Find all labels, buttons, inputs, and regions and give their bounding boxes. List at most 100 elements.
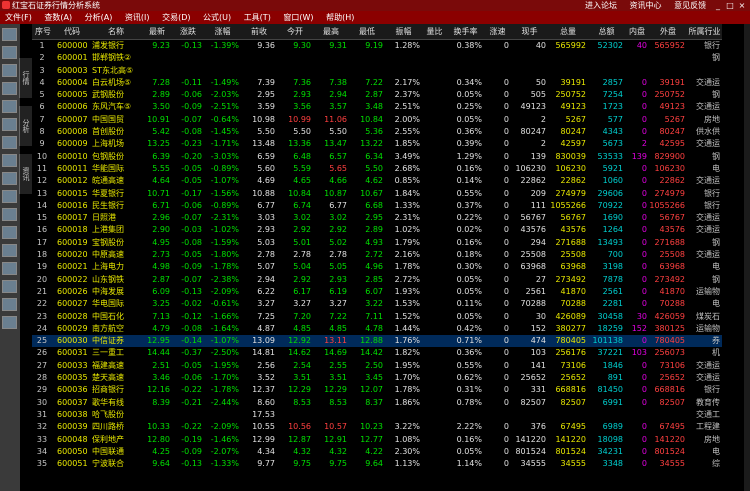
report-icon[interactable] — [2, 118, 17, 131]
maximize-icon[interactable]: □ — [724, 0, 736, 11]
chart-icon[interactable] — [2, 64, 17, 77]
table-row[interactable]: 9 600009 上海机场 13.25 -0.23 -1.71% 13.48 13.36 13.… — [32, 138, 722, 150]
vertical-scrollbar[interactable] — [744, 24, 750, 491]
column-header[interactable]: 最低 — [349, 24, 385, 40]
table-row[interactable]: 2 600001 邯郸钢铁② 钢 — [32, 52, 722, 64]
news-icon[interactable] — [2, 100, 17, 113]
table-row[interactable]: 15 600017 日照港 2.96 -0.07 -2.31% 3.03 3.02 3.02 2.… — [32, 212, 722, 224]
table-row[interactable]: 20 600022 山东钢铁 2.87 -0.07 -2.38% 2.94 2.92 2.93 2… — [32, 274, 722, 286]
table-row[interactable]: 18 600020 中原高速 2.73 -0.05 -1.80% 2.78 2.78 2.78 2… — [32, 249, 722, 261]
table-row[interactable]: 19 600021 上海电力 4.98 -0.09 -1.78% 5.07 5.04 5.05 4… — [32, 261, 722, 273]
table-cell — [142, 409, 172, 421]
column-header[interactable]: 涨跌 — [172, 24, 204, 40]
side-tab-analysis[interactable]: 分析 — [19, 106, 32, 146]
table-row[interactable]: 25 600030 中信证券 12.95 -0.14 -1.07% 13.09 12.92 13… — [32, 335, 722, 348]
table-row[interactable]: 32 600039 四川路桥 10.33 -0.22 -2.09% 10.55 10.56 10… — [32, 421, 722, 433]
table-row[interactable]: 31 600038 哈飞股份 17.53 交通工 — [32, 409, 722, 421]
column-header[interactable]: 涨幅 — [204, 24, 241, 40]
table-row[interactable]: 34 600050 中国联通 4.25 -0.09 -2.07% 4.34 4.32 4.32 4… — [32, 446, 722, 458]
settings-icon[interactable] — [2, 298, 17, 311]
table-row[interactable]: 35 600051 宁波联合 9.64 -0.13 -1.33% 9.77 9.75 9.75 9… — [32, 458, 722, 470]
column-header[interactable]: 序号 — [32, 24, 54, 40]
column-header[interactable]: 内盘 — [625, 24, 649, 40]
menu-file[interactable]: 文件(F) — [5, 11, 32, 24]
news-center-link[interactable]: 资讯中心 — [630, 1, 662, 10]
menu-trade[interactable]: 交易(D) — [162, 11, 190, 24]
column-header[interactable]: 量比 — [422, 24, 447, 40]
side-tab-quote[interactable]: 行情 — [19, 58, 32, 98]
table-row[interactable]: 13 600015 华夏银行 10.71 -0.17 -1.56% 10.88 10.84 10… — [32, 188, 722, 200]
table-row[interactable]: 26 600031 三一重工 14.44 -0.37 -2.50% 14.81 14.62 14… — [32, 347, 722, 359]
alert-icon[interactable] — [2, 280, 17, 293]
menu-quote[interactable]: 查数(A) — [44, 11, 72, 24]
table-row[interactable]: 17 600019 宝钢股份 4.95 -0.08 -1.59% 5.03 5.01 5.02 4… — [32, 237, 722, 249]
menu-tools[interactable]: 工具(T) — [244, 11, 271, 24]
menu-analysis[interactable]: 分析(A) — [85, 11, 113, 24]
calendar-icon[interactable] — [2, 136, 17, 149]
column-header[interactable]: 总额 — [588, 24, 625, 40]
table-cell: 4.85 — [293, 323, 311, 333]
column-header[interactable]: 外盘 — [649, 24, 687, 40]
table-row[interactable]: 16 600018 上港集团 2.90 -0.03 -1.02% 2.93 2.92 2.92 2… — [32, 224, 722, 236]
column-header[interactable]: 最高 — [313, 24, 349, 40]
trade-icon[interactable] — [2, 172, 17, 185]
table-row[interactable]: 22 600027 华电国际 3.25 -0.02 -0.61% 3.27 3.27 3.27 3… — [32, 298, 722, 310]
side-tab-info[interactable]: 资讯 — [19, 154, 32, 194]
menu-info[interactable]: 资讯(I) — [125, 11, 150, 24]
bar-chart-icon[interactable] — [2, 244, 17, 257]
table-row[interactable]: 12 600012 皖通高速 4.64 -0.05 -1.07% 4.69 4.65 4.66 4… — [32, 175, 722, 187]
close-icon[interactable]: × — [736, 0, 748, 11]
column-header[interactable]: 现手 — [511, 24, 548, 40]
minimize-icon[interactable]: _ — [712, 0, 724, 11]
table-row[interactable]: 29 600036 招商银行 12.16 -0.22 -1.78% 12.37 12.29 12… — [32, 384, 722, 396]
column-header[interactable]: 振幅 — [385, 24, 422, 40]
quote-table[interactable]: 序号 代码 名称 最新 涨跌 涨幅 前收 今开 最高 最低 振幅 量比 换手率 涨速 现手 总量 总额 内盘 外盘所… — [32, 24, 722, 470]
column-header[interactable]: 代码 — [54, 24, 90, 40]
kline-icon[interactable] — [2, 46, 17, 59]
table-row[interactable]: 1 600000 浦发银行 9.23 -0.13 -1.39% 9.36 9.30 9.31 9.… — [32, 40, 722, 53]
column-header[interactable]: 最新 — [142, 24, 172, 40]
menu-help[interactable]: 帮助(H) — [326, 11, 354, 24]
table-row[interactable]: 5 600005 武钢股份 2.89 -0.06 -2.03% 2.95 2.93 2.94 2.… — [32, 89, 722, 101]
market-icon[interactable] — [2, 28, 17, 41]
table-row[interactable]: 33 600048 保利地产 12.80 -0.19 -1.46% 12.99 12.87 12… — [32, 434, 722, 446]
column-header[interactable]: 前收 — [241, 24, 277, 40]
table-row[interactable]: 23 600028 中国石化 7.13 -0.12 -1.66% 7.25 7.20 7.22 7… — [32, 311, 722, 323]
list-icon[interactable] — [2, 82, 17, 95]
table-row[interactable]: 8 600008 首创股份 5.42 -0.08 -1.45% 5.50 5.50 5.50 5.… — [32, 126, 722, 138]
table-row[interactable]: 10 600010 包钢股份 6.39 -0.20 -3.03% 6.59 6.48 6.57 6… — [32, 151, 722, 163]
table-row[interactable]: 27 600033 福建高速 2.51 -0.05 -1.95% 2.56 2.54 2.55 2… — [32, 360, 722, 372]
forum-link[interactable]: 进入论坛 — [585, 1, 617, 10]
info-icon[interactable] — [2, 316, 17, 329]
table-row[interactable]: 30 600037 歌华有线 8.39 -0.21 -2.44% 8.60 8.53 8.53 8… — [32, 397, 722, 409]
search-icon[interactable] — [2, 190, 17, 203]
table-row[interactable]: 14 600016 民生银行 6.71 -0.06 -0.89% 6.77 6.74 6.77 6… — [32, 200, 722, 212]
table-cell — [422, 446, 447, 458]
column-header[interactable]: 今开 — [277, 24, 313, 40]
pin-icon[interactable] — [2, 208, 17, 221]
column-header[interactable]: 所属行业 — [687, 24, 722, 40]
table-cell: 供水供 — [696, 127, 720, 137]
menu-window[interactable]: 窗口(W) — [283, 11, 313, 24]
table-row[interactable]: 7 600007 中国国贸 10.91 -0.07 -0.64% 10.98 10.99 11.… — [32, 114, 722, 126]
table-row[interactable]: 6 600006 东风汽车⑤ 3.50 -0.09 -2.51% 3.59 3.56 3.57 3… — [32, 101, 722, 113]
column-header[interactable]: 总量 — [548, 24, 588, 40]
table-cell: 37221 — [597, 348, 623, 358]
table-icon[interactable] — [2, 226, 17, 239]
table-cell: 1.52% — [394, 311, 420, 321]
menu-formula[interactable]: 公式(U) — [203, 11, 231, 24]
table-row[interactable]: 11 600011 华能国际 5.55 -0.05 -0.89% 5.60 5.59 5.65 5… — [32, 163, 722, 175]
column-header[interactable]: 换手率 — [447, 24, 484, 40]
table-cell: 80247 — [560, 127, 586, 137]
table-row[interactable]: 28 600035 楚天高速 3.46 -0.06 -1.70% 3.52 3.51 3.51 3… — [32, 372, 722, 384]
column-header[interactable]: 名称 — [90, 24, 142, 40]
feedback-link[interactable]: 意见反馈 — [674, 1, 706, 10]
table-row[interactable]: 3 600003 ST东北高⑤ — [32, 65, 722, 77]
finance-icon[interactable] — [2, 154, 17, 167]
table-row[interactable]: 4 600004 白云机场⑤ 7.28 -0.11 -1.49% 7.39 7.36 7.38 7… — [32, 77, 722, 89]
table-row[interactable]: 21 600026 中海发展 6.09 -0.13 -2.09% 6.22 6.17 6.19 6… — [32, 286, 722, 298]
table-cell: 600039 — [57, 422, 88, 432]
refresh-icon[interactable] — [2, 262, 17, 275]
column-header[interactable]: 涨速 — [484, 24, 511, 40]
table-row[interactable]: 24 600029 南方航空 4.79 -0.08 -1.64% 4.87 4.85 4.85 4… — [32, 323, 722, 335]
